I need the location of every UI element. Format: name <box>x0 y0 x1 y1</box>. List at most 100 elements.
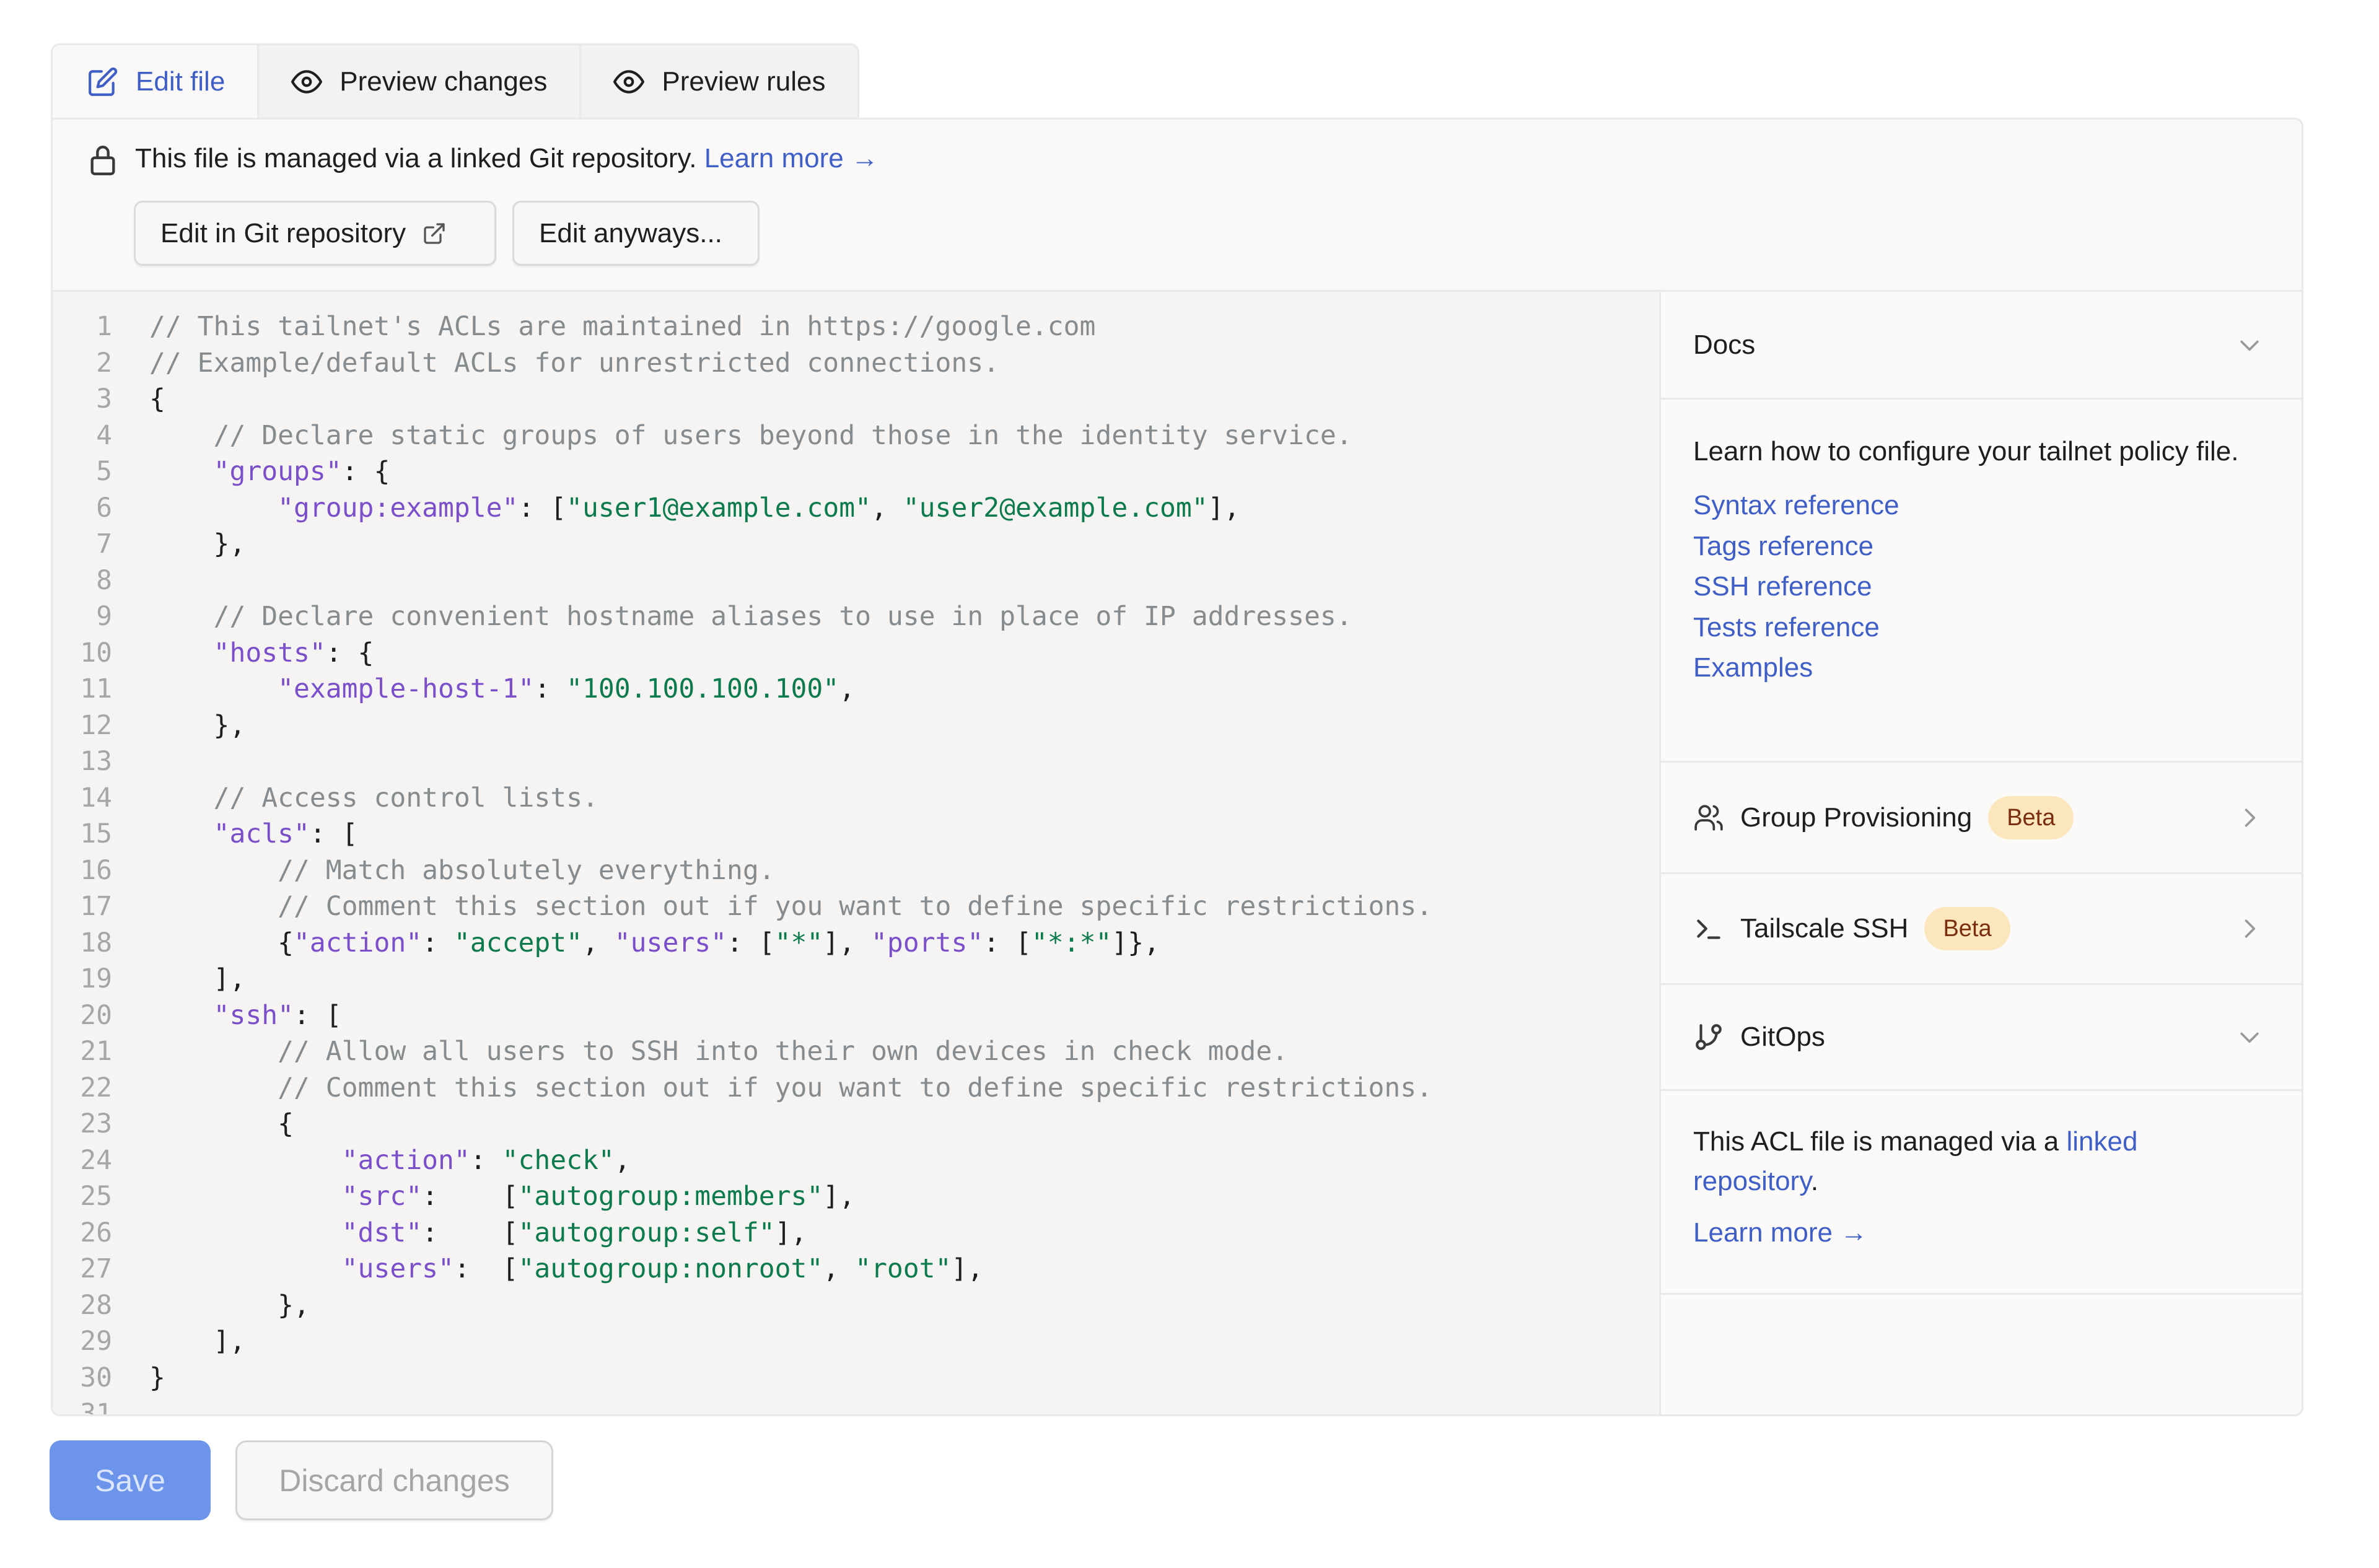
code-editor[interactable]: 1 // This tailnet's ACLs are maintained i… <box>53 292 1661 1414</box>
code-string: "*:*" <box>1031 927 1112 958</box>
gitops-section-header[interactable]: GitOps <box>1661 985 2302 1091</box>
line-content: // Allow all users to SSH into their own… <box>112 1033 1288 1070</box>
ssh-reference-link[interactable]: SSH reference <box>1693 566 2269 607</box>
tab-preview-rules[interactable]: Preview rules <box>579 45 858 118</box>
code-line[interactable]: 9 // Declare convenient hostname aliases… <box>53 598 1432 635</box>
code-line[interactable]: 8 <box>53 563 1432 599</box>
code-line[interactable]: 29 ], <box>53 1323 1432 1360</box>
edit-anyways-button[interactable]: Edit anyways... <box>512 201 760 266</box>
code-line[interactable]: 30} <box>53 1360 1432 1396</box>
code-line[interactable]: 13 <box>53 743 1432 780</box>
discard-changes-button[interactable]: Discard changes <box>235 1440 553 1520</box>
docs-sidebar: Docs Learn how to configure your tailnet… <box>1661 292 2302 1414</box>
save-button[interactable]: Save <box>50 1440 211 1520</box>
line-content: "dst": ["autogroup:self"], <box>112 1215 807 1251</box>
code-string: "autogroup:self" <box>518 1217 775 1248</box>
code-line[interactable]: 24 "action": "check", <box>53 1142 1432 1179</box>
code-punct <box>149 673 278 704</box>
group-provisioning-section[interactable]: Group Provisioning Beta <box>1661 763 2302 874</box>
tailscale-ssh-title: Tailscale SSH <box>1740 913 1909 944</box>
code-line[interactable]: 17 // Comment this section out if you wa… <box>53 888 1432 925</box>
code-line[interactable]: 28 }, <box>53 1287 1432 1324</box>
line-content: // Access control lists. <box>112 780 598 817</box>
code-line[interactable]: 10 "hosts": { <box>53 635 1432 672</box>
line-number: 6 <box>96 492 112 523</box>
code-punct: : { <box>325 637 374 668</box>
code-key: "ports" <box>871 927 984 958</box>
code-punct: : [ <box>294 999 342 1031</box>
code-line[interactable]: 6 "group:example": ["user1@example.com",… <box>53 490 1432 527</box>
syntax-reference-link[interactable]: Syntax reference <box>1693 485 2269 526</box>
code-line[interactable]: 27 "users": ["autogroup:nonroot", "root"… <box>53 1251 1432 1287</box>
tab-label: Preview changes <box>340 66 548 97</box>
code-key: "groups" <box>213 456 342 487</box>
terminal-icon <box>1697 919 1720 939</box>
code-punct <box>149 1072 278 1103</box>
examples-link[interactable]: Examples <box>1693 647 2269 688</box>
code-punct: : [ <box>453 1253 519 1284</box>
line-number: 27 <box>80 1253 112 1284</box>
tags-reference-link[interactable]: Tags reference <box>1693 526 2269 567</box>
line-number: 31 <box>80 1398 112 1414</box>
tab-preview-changes[interactable]: Preview changes <box>257 45 580 118</box>
code-punct: ], <box>774 1217 807 1248</box>
line-number: 13 <box>80 746 112 777</box>
code-line[interactable]: 19 ], <box>53 961 1432 997</box>
code-key: "users" <box>614 927 727 958</box>
code-line[interactable]: 22 // Comment this section out if you wa… <box>53 1070 1432 1106</box>
code-punct: { <box>149 383 165 414</box>
line-number: 29 <box>80 1326 112 1357</box>
tab-edit-file[interactable]: Edit file <box>53 45 258 118</box>
code-line[interactable]: 7 }, <box>53 526 1432 563</box>
gitops-learn-more-link[interactable]: Learn more → <box>1693 1217 2269 1248</box>
code-line[interactable]: 25 "src": ["autogroup:members"], <box>53 1178 1432 1215</box>
git-managed-banner: This file is managed via a linked Git re… <box>53 120 2302 292</box>
learn-more-link[interactable]: Learn more → <box>704 143 878 173</box>
docs-section-header[interactable]: Docs <box>1661 292 2302 400</box>
code-punct <box>149 1145 342 1176</box>
code-line[interactable]: 12 }, <box>53 707 1432 744</box>
line-number: 22 <box>80 1072 112 1103</box>
code-punct: , <box>871 492 903 523</box>
code-string: "100.100.100.100" <box>566 673 839 704</box>
code-punct <box>149 891 278 922</box>
code-line[interactable]: 5 "groups": { <box>53 453 1432 490</box>
code-line[interactable]: 20 "ssh": [ <box>53 997 1432 1034</box>
code-line[interactable]: 1 // This tailnet's ACLs are maintained i… <box>53 309 1432 345</box>
code-punct <box>149 637 214 668</box>
tests-reference-link[interactable]: Tests reference <box>1693 607 2269 648</box>
code-line[interactable]: 18 {"action": "accept", "users": ["*"], … <box>53 925 1432 961</box>
code-line[interactable]: 14 // Access control lists. <box>53 780 1432 817</box>
code-comment: // Example/default ACLs for unrestricted… <box>149 347 1000 379</box>
code-punct: { <box>149 1108 294 1139</box>
code-string: "check" <box>502 1144 615 1176</box>
code-line[interactable]: 31 <box>53 1396 1432 1414</box>
code-string: "root" <box>855 1253 952 1284</box>
code-punct: : [ <box>422 1181 519 1212</box>
edit-in-git-button[interactable]: Edit in Git repository <box>134 201 496 266</box>
code-line[interactable]: 4 // Declare static groups of users beyo… <box>53 418 1432 454</box>
line-number: 3 <box>96 383 112 414</box>
code-line[interactable]: 26 "dst": ["autogroup:self"], <box>53 1215 1432 1251</box>
code-line[interactable]: 16 // Match absolutely everything. <box>53 852 1432 889</box>
code-punct <box>149 818 214 849</box>
code-line[interactable]: 15 "acls": [ <box>53 816 1432 852</box>
code-key: "src" <box>341 1181 423 1212</box>
code-line[interactable]: 23 { <box>53 1106 1432 1142</box>
line-number: 7 <box>96 528 112 559</box>
code-punct: ], <box>1207 492 1240 523</box>
eye-icon <box>613 70 645 94</box>
code-string: "user2@example.com" <box>903 492 1208 523</box>
line-content: "acls": [ <box>112 816 358 852</box>
code-string: "autogroup:nonroot" <box>518 1253 823 1284</box>
tailscale-ssh-section[interactable]: Tailscale SSH Beta <box>1661 874 2302 985</box>
code-line[interactable]: 3{ <box>53 381 1432 418</box>
code-line[interactable]: 11 "example-host-1": "100.100.100.100", <box>53 671 1432 707</box>
line-content: }, <box>112 526 246 563</box>
docs-title: Docs <box>1693 329 1756 360</box>
code-line[interactable]: 21 // Allow all users to SSH into their … <box>53 1033 1432 1070</box>
line-content: "action": "check", <box>112 1142 631 1179</box>
gitops-description: This ACL file is managed via a linked re… <box>1693 1126 2138 1196</box>
gitops-section-body: This ACL file is managed via a linked re… <box>1661 1091 2302 1295</box>
code-line[interactable]: 2 // Example/default ACLs for unrestricte… <box>53 345 1432 382</box>
